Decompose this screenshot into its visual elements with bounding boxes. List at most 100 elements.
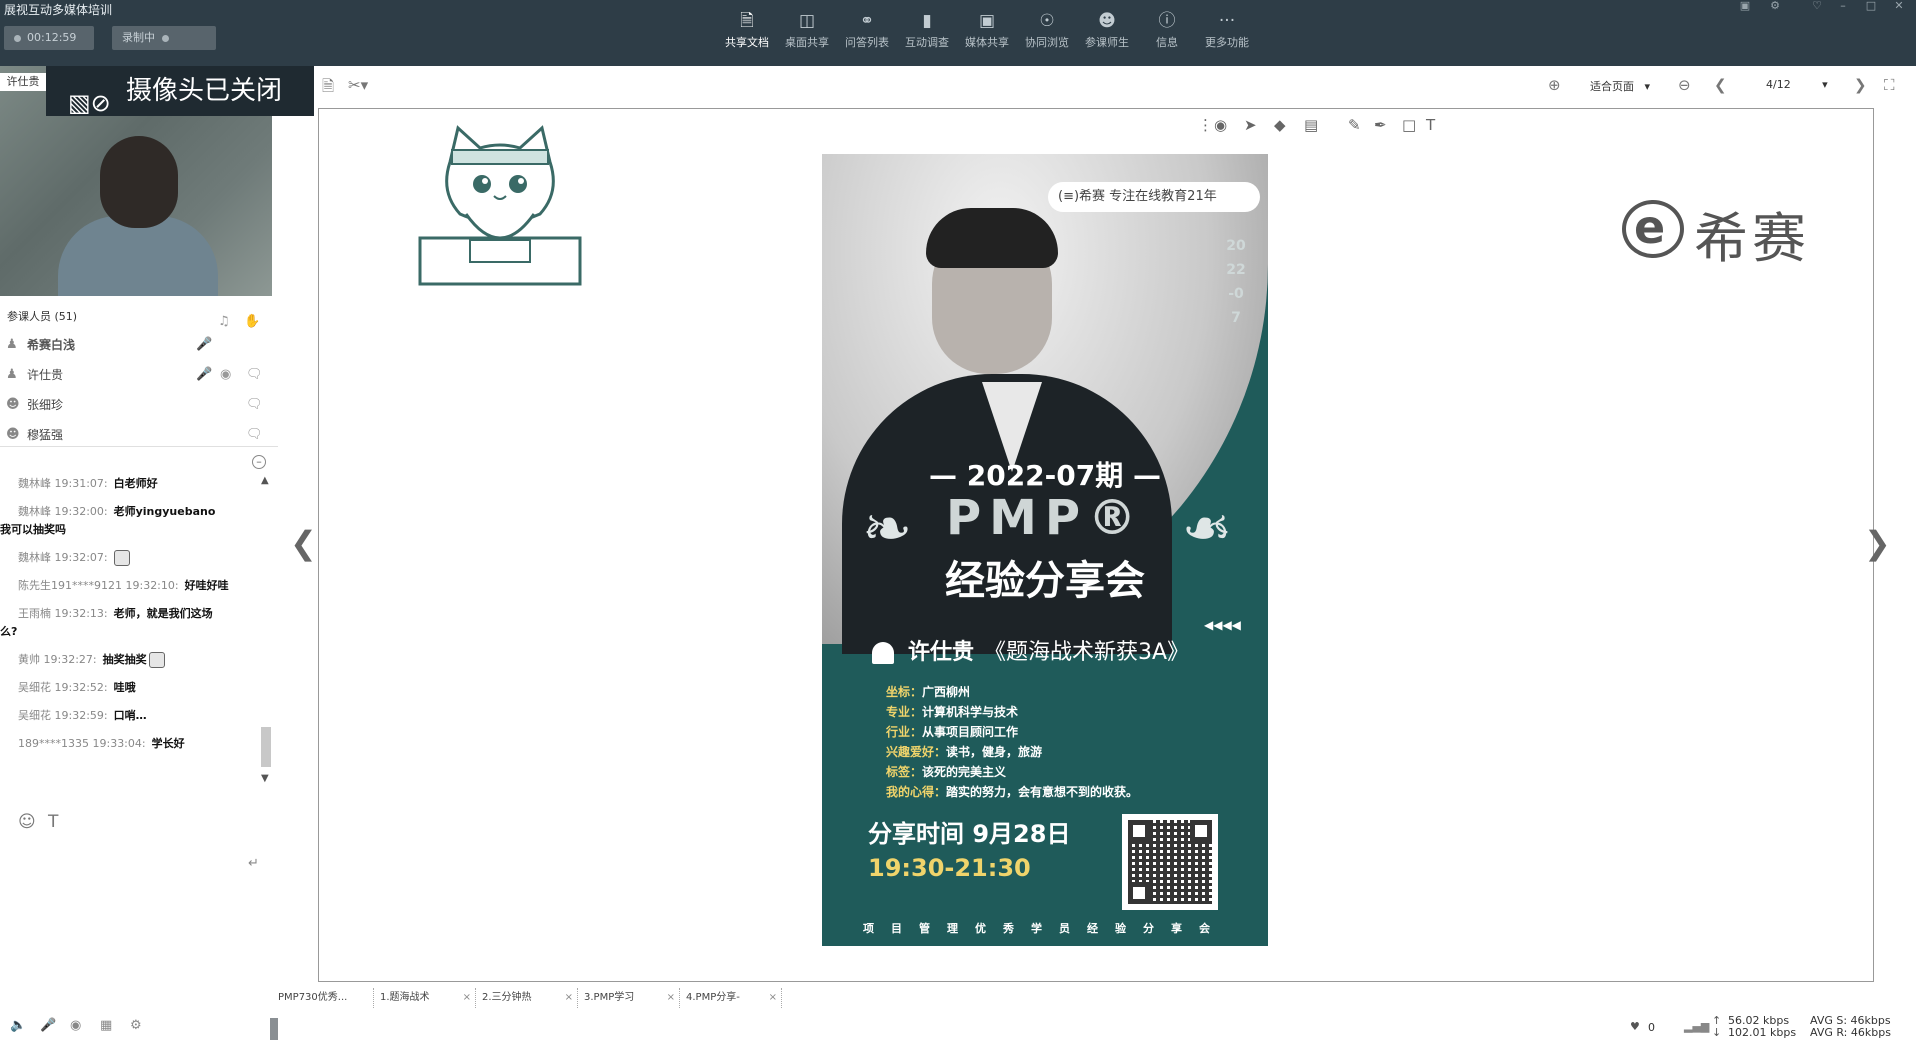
arrows-icon: ◀◀◀◀ <box>1204 618 1241 632</box>
video-person-head <box>100 136 178 228</box>
detail-row: 我的心得：踏实的努力，会有意想不到的收获。 <box>886 782 1256 802</box>
microphone-icon[interactable]: 🎤 <box>196 330 212 360</box>
toolbar-qa-list[interactable]: ⚭ 问答列表 <box>838 8 896 58</box>
timer-value: 00:12:59 <box>27 31 77 44</box>
toolbar-media-share[interactable]: ▣ 媒体共享 <box>958 8 1016 58</box>
previous-slide-icon[interactable]: ❮ <box>290 524 317 562</box>
doc-tab[interactable]: 2.三分钟热 × <box>476 988 578 1008</box>
next-slide-icon[interactable]: ❯ <box>1864 524 1891 562</box>
gear-icon[interactable]: ⚙ <box>130 1018 142 1033</box>
participant-header: 参课人员 (51) ♫ ✋ <box>0 304 272 330</box>
participant-list: 参课人员 (51) ♫ ✋ ♟ 希赛白浅 🎤 ♟ 许仕贵 🎤 ◉ 🗨 ☻ 张细珍… <box>0 304 272 450</box>
detail-row: 专业：计算机科学与技术 <box>886 702 1256 722</box>
fit-page-select[interactable]: 适合页面 ▾ <box>1590 78 1650 94</box>
page-indicator[interactable]: 4/12 ▾ <box>1766 78 1828 91</box>
participant-row[interactable]: ♟ 希赛白浅 🎤 <box>0 330 272 360</box>
send-icon[interactable]: ↵ <box>248 856 259 871</box>
message-text: 老师，就是我们这场 <box>113 607 213 620</box>
screenshot-icon[interactable]: ▣ <box>1734 0 1756 14</box>
close-tab-icon[interactable]: × <box>463 988 471 1008</box>
doc-tab[interactable]: PMP730优秀... <box>272 988 374 1008</box>
select-arrow-icon[interactable]: ➤ <box>1244 116 1257 134</box>
text-tool-icon[interactable]: T <box>1426 116 1435 134</box>
microphone-icon[interactable]: 🎤 <box>40 1018 56 1033</box>
doc-tab-label: 2.三分钟热 <box>482 992 532 1003</box>
toolbar-desktop-share[interactable]: ◫ 桌面共享 <box>778 8 836 58</box>
scroll-down-icon[interactable]: ▼ <box>261 773 269 784</box>
close-icon[interactable]: ✕ <box>1888 0 1910 14</box>
close-tab-icon[interactable]: × <box>667 988 675 1008</box>
cut-icon[interactable]: ✂▾ <box>348 76 368 94</box>
toolbar-info[interactable]: ⓘ 信息 <box>1138 8 1196 58</box>
heart-icon[interactable]: ♥ <box>1630 1020 1640 1033</box>
doc-tab-active[interactable]: 4.PMP分享- × <box>680 988 782 1008</box>
laser-pointer-icon[interactable]: ◉ <box>1214 116 1227 134</box>
poster-speaker: 许仕贵 《题海战术新获3A》 <box>872 634 1268 666</box>
chat-bubble-icon[interactable]: 🗨 <box>246 390 263 420</box>
logo-text: 希赛 <box>1694 207 1810 270</box>
zoom-out-icon[interactable]: ⊖ <box>1678 76 1691 94</box>
top-bar: 展视互动多媒体培训 00:12:59 录制中 🗎 共享文档 ◫ 桌面共享 ⚭ 问答列表… <box>0 0 1916 66</box>
fullscreen-icon[interactable]: ⛶ <box>1884 76 1895 94</box>
next-page-icon[interactable]: ❯ <box>1854 76 1867 94</box>
detail-value: 计算机科学与技术 <box>922 705 1019 719</box>
highlighter-icon[interactable]: ✎ <box>1348 116 1361 134</box>
prev-page-icon[interactable]: ❮ <box>1714 76 1727 94</box>
message-text: 抽奖抽奖 <box>102 653 147 666</box>
detail-key: 行业： <box>886 725 923 739</box>
message-sender: 魏林峰 19:31:07: <box>18 477 108 490</box>
collapse-icon[interactable]: – <box>252 455 266 469</box>
chat-message: 陈先生191****9121 19:32:10: 好哇好哇 <box>0 577 258 595</box>
close-tab-icon[interactable]: × <box>565 988 573 1008</box>
toolbar-more[interactable]: ··· 更多功能 <box>1198 8 1256 58</box>
message-text: 老师yingyuebano <box>113 505 216 518</box>
new-file-icon[interactable]: 🗎 <box>322 76 334 101</box>
chat-message: 吴细花 19:32:59: 口哨… <box>0 707 258 725</box>
emoji-icon[interactable]: ☺ <box>18 812 36 832</box>
toolbar-co-browse[interactable]: ☉ 协同浏览 <box>1018 8 1076 58</box>
chat-bubble-icon[interactable]: 🗨 <box>246 360 263 390</box>
camera-off-icon: ▧⊘ <box>68 89 111 117</box>
participant-name: 许仕贵 <box>27 368 64 382</box>
poster-vertical-date: 2022-07 <box>1226 238 1246 326</box>
scroll-thumb[interactable] <box>261 727 271 767</box>
doc-tab[interactable]: 3.PMP学习 × <box>578 988 680 1008</box>
toolbar-share-document[interactable]: 🗎 共享文档 <box>718 8 776 58</box>
message-sender: 魏林峰 19:32:07: <box>18 551 108 564</box>
scroll-up-icon[interactable]: ▲ <box>261 475 269 486</box>
settings-icon[interactable]: ⚙ <box>1764 0 1786 14</box>
speaker-icon[interactable]: 🔈 <box>10 1018 26 1033</box>
text-format-icon[interactable]: T <box>48 812 58 832</box>
camera-icon[interactable]: ◉ <box>220 360 231 390</box>
eraser-icon[interactable]: ◆ <box>1274 116 1286 134</box>
qr-code-image <box>1122 814 1218 910</box>
calendar-icon[interactable]: ▦ <box>100 1018 112 1033</box>
chat-message-list: 魏林峰 19:31:07: 白老师好 魏林峰 19:32:00: 老师yingyue… <box>0 475 258 763</box>
participant-row[interactable]: ☻ 张细珍 🗨 <box>0 390 272 420</box>
annotation-toolbar: ⋮ ◉ ➤ ◆ ▤ ✎ ✒ □ T <box>1198 110 1438 140</box>
clear-icon[interactable]: ▤ <box>1304 116 1318 134</box>
message-text-cont: 么? <box>0 625 18 638</box>
doc-tab[interactable]: 1.题海战术 × <box>374 988 476 1008</box>
message-text: 好哇好哇 <box>184 579 229 592</box>
calendar-emoji-icon <box>113 550 130 566</box>
toolbar-participants[interactable]: ☻ 参课师生 <box>1078 8 1136 58</box>
participant-row[interactable]: ♟ 许仕贵 🎤 ◉ 🗨 <box>0 360 272 390</box>
speaker-user-icon: ♟ <box>6 367 18 382</box>
participant-name: 希赛白浅 <box>27 338 76 352</box>
toolbar-survey[interactable]: ▮ 互动调查 <box>898 8 956 58</box>
pen-icon[interactable]: ✒ <box>1374 116 1387 134</box>
maximize-icon[interactable]: □ <box>1860 0 1882 14</box>
record-button[interactable]: 录制中 <box>112 26 216 50</box>
chat-scrollbar[interactable]: ▲ ▼ <box>261 475 271 784</box>
chat-input-area[interactable]: ☺ T ↵ <box>0 806 278 956</box>
page-number: 4/12 <box>1766 78 1791 91</box>
zoom-in-icon[interactable]: ⊕ <box>1548 76 1561 94</box>
rectangle-icon[interactable]: □ <box>1402 116 1416 134</box>
favorite-icon[interactable]: ♡ <box>1806 0 1828 14</box>
camera-icon[interactable]: ◉ <box>70 1018 81 1033</box>
participant-count: 参课人员 (51) <box>7 310 78 323</box>
close-tab-icon[interactable]: × <box>769 988 777 1008</box>
microphone-icon[interactable]: 🎤 <box>196 360 212 390</box>
minimize-icon[interactable]: – <box>1832 0 1854 14</box>
